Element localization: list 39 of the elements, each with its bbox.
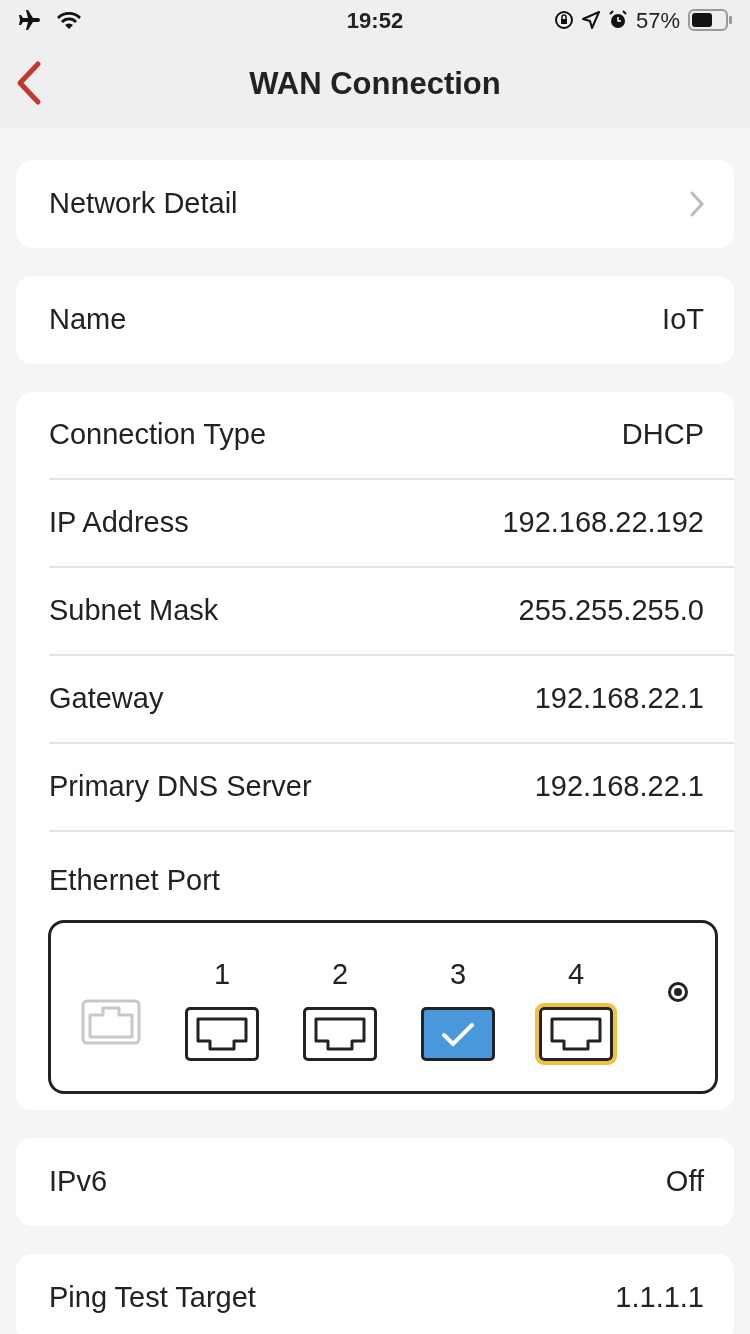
row-label: Network Detail xyxy=(49,186,238,222)
row-value: 192.168.22.192 xyxy=(502,505,704,541)
row-value: 192.168.22.1 xyxy=(534,681,704,717)
alarm-icon xyxy=(607,10,628,30)
row-label: Subnet Mask xyxy=(49,593,219,629)
port-number: 1 xyxy=(213,957,231,993)
airplane-icon xyxy=(18,10,40,30)
row-value: 1.1.1.1 xyxy=(615,1280,704,1316)
rotation-lock-icon xyxy=(553,10,574,30)
row-label: IPv6 xyxy=(49,1164,108,1200)
ethernet-port[interactable] xyxy=(421,1006,495,1061)
battery-icon xyxy=(688,9,732,31)
row-label: Primary DNS Server xyxy=(49,769,312,805)
port-number: 2 xyxy=(331,957,349,993)
row-value: IoT xyxy=(662,302,704,338)
port-number: 3 xyxy=(449,957,467,993)
row-label: Ping Test Target xyxy=(49,1280,256,1316)
row-value: 192.168.22.1 xyxy=(534,769,704,805)
port-number: 4 xyxy=(567,957,585,993)
checkmark-icon xyxy=(440,1020,476,1047)
status-led-icon xyxy=(667,981,689,1003)
status-time: 19:52 xyxy=(346,6,404,35)
row-label: IP Address xyxy=(49,505,189,541)
row-value: 255.255.255.0 xyxy=(518,593,704,629)
network-detail-row[interactable]: Network Detail xyxy=(16,160,734,248)
row-label: Name xyxy=(49,302,127,338)
row-label: Connection Type xyxy=(49,417,267,453)
battery-percent: 57% xyxy=(635,6,680,35)
wifi-icon xyxy=(56,10,82,30)
row-value: Off xyxy=(665,1164,704,1200)
location-icon xyxy=(581,11,600,29)
ethernet-port-icon xyxy=(81,999,141,1045)
chevron-right-icon xyxy=(690,191,704,217)
row-value: DHCP xyxy=(621,417,704,453)
page-title: WAN Connection xyxy=(249,64,501,103)
ethernet-port[interactable] xyxy=(185,1006,259,1061)
row-label: Ethernet Port xyxy=(49,862,220,898)
ethernet-port[interactable] xyxy=(303,1006,377,1061)
row-label: Gateway xyxy=(49,681,164,717)
